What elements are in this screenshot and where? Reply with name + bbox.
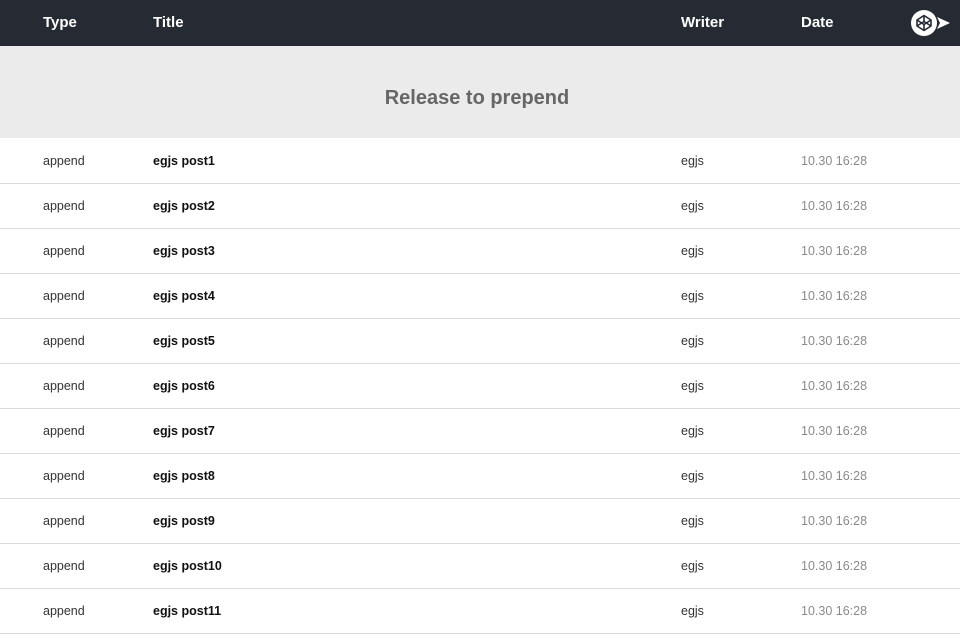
post-title: egjs post3 [153,244,215,258]
list-item[interactable]: append egjs post5 egjs 10.30 16:28 [0,319,960,364]
post-writer: egjs [681,154,704,168]
post-date: 10.30 16:28 [801,154,868,168]
list-item[interactable]: append egjs post9 egjs 10.30 16:28 [0,499,960,544]
column-header-writer: Writer [681,14,725,31]
list-item[interactable]: append egjs post11 egjs 10.30 16:28 [0,589,960,634]
post-writer: egjs [681,244,704,258]
post-title: egjs post5 [153,334,215,348]
post-title: egjs post2 [153,199,215,213]
post-type: append [43,154,85,168]
post-writer: egjs [681,424,704,438]
column-header-title: Title [153,14,184,31]
post-type: append [43,514,85,528]
post-title: egjs post7 [153,424,215,438]
post-writer: egjs [681,334,704,348]
post-type: append [43,244,85,258]
post-date: 10.30 16:28 [801,199,868,213]
post-date: 10.30 16:28 [801,289,868,303]
pull-to-prepend-indicator: Release to prepend [0,46,960,138]
post-title: egjs post6 [153,379,215,393]
post-writer: egjs [681,514,704,528]
post-date: 10.30 16:28 [801,514,868,528]
post-writer: egjs [681,199,704,213]
list-item[interactable]: append egjs post6 egjs 10.30 16:28 [0,364,960,409]
post-type: append [43,604,85,618]
table-header: Type Title Writer Date [0,0,960,46]
post-writer: egjs [681,559,704,573]
post-date: 10.30 16:28 [801,604,868,618]
post-writer: egjs [681,604,704,618]
list-item[interactable]: append egjs post8 egjs 10.30 16:28 [0,454,960,499]
post-date: 10.30 16:28 [801,424,868,438]
post-date: 10.30 16:28 [801,379,868,393]
post-type: append [43,379,85,393]
pull-indicator-text: Release to prepend [384,87,570,109]
list-item[interactable]: append egjs post2 egjs 10.30 16:28 [0,184,960,229]
post-type: append [43,424,85,438]
post-title: egjs post11 [153,604,222,618]
list-item[interactable]: append egjs post7 egjs 10.30 16:28 [0,409,960,454]
post-title: egjs post10 [153,559,222,573]
list-item[interactable]: append egjs post3 egjs 10.30 16:28 [0,229,960,274]
codepen-logo-arrow-icon [911,10,950,36]
column-header-type: Type [43,14,77,31]
list-item[interactable]: append egjs post4 egjs 10.30 16:28 [0,274,960,319]
codepen-button[interactable] [910,9,952,37]
post-date: 10.30 16:28 [801,244,868,258]
post-writer: egjs [681,289,704,303]
column-header-date: Date [801,14,834,31]
post-type: append [43,199,85,213]
post-type: append [43,334,85,348]
post-type: append [43,559,85,573]
post-title: egjs post8 [153,469,215,483]
post-list: append egjs post1 egjs 10.30 16:28 appen… [0,139,960,634]
post-writer: egjs [681,469,704,483]
post-writer: egjs [681,379,704,393]
post-title: egjs post1 [153,154,215,168]
post-date: 10.30 16:28 [801,559,868,573]
post-date: 10.30 16:28 [801,469,868,483]
post-title: egjs post4 [153,289,215,303]
list-item[interactable]: append egjs post10 egjs 10.30 16:28 [0,544,960,589]
post-title: egjs post9 [153,514,215,528]
post-type: append [43,469,85,483]
post-date: 10.30 16:28 [801,334,868,348]
post-type: append [43,289,85,303]
list-item[interactable]: append egjs post1 egjs 10.30 16:28 [0,139,960,184]
